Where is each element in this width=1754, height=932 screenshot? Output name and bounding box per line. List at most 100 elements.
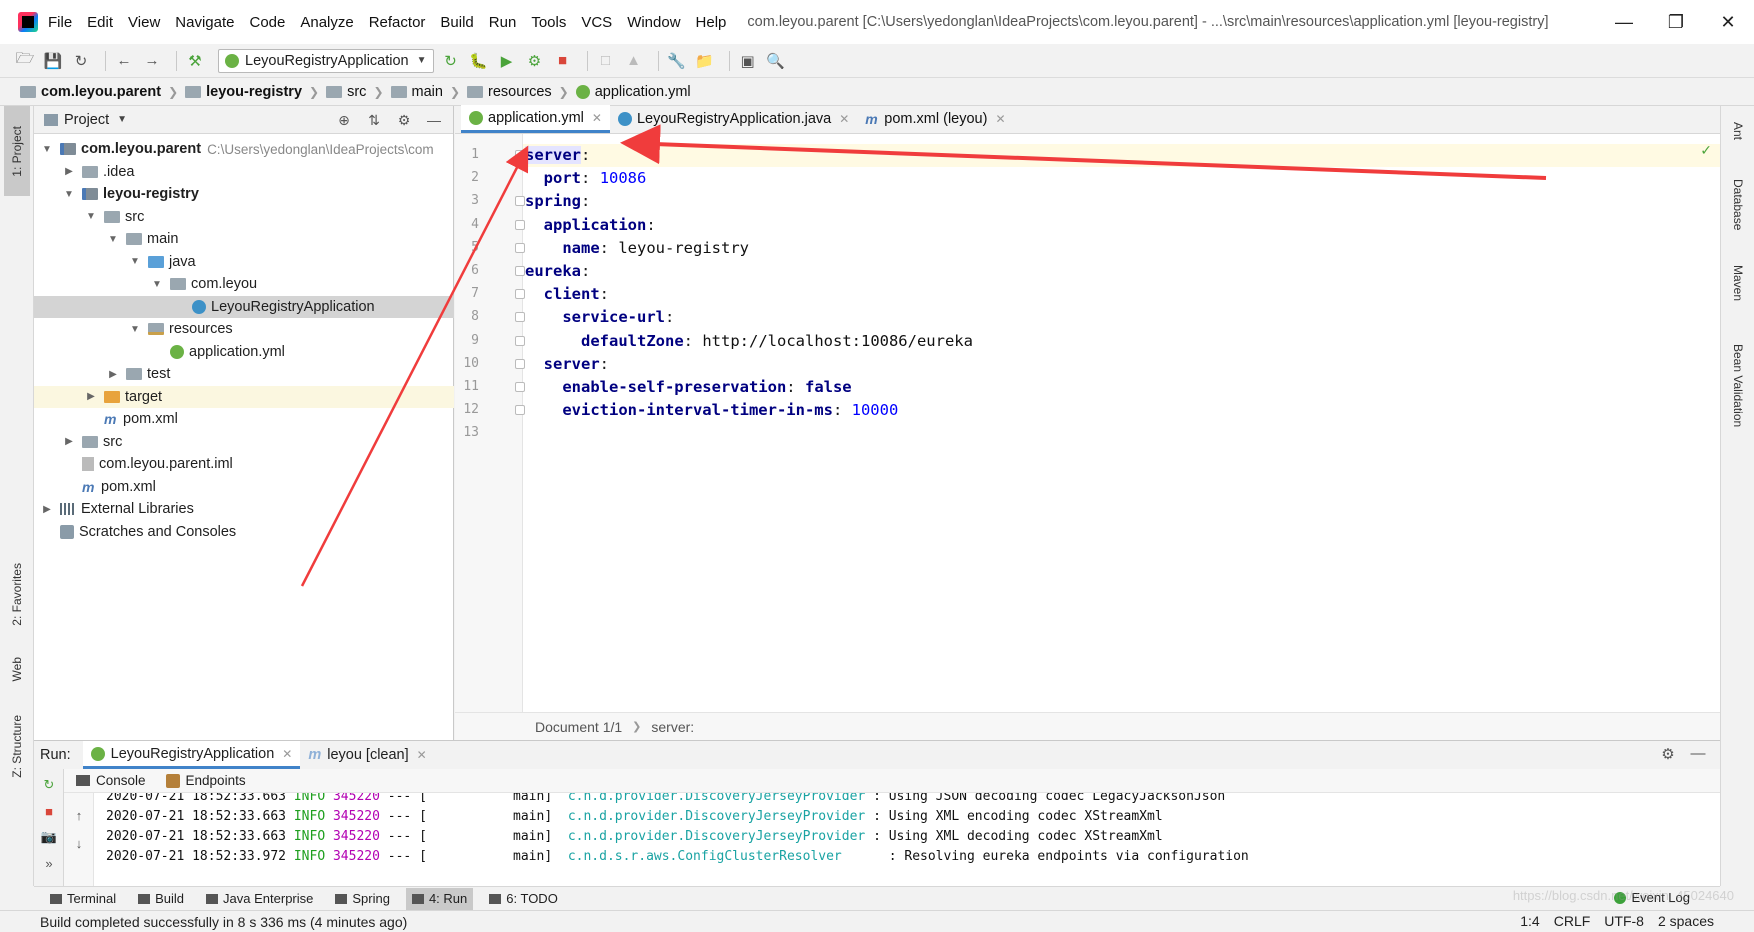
menu-edit[interactable]: Edit (87, 14, 113, 31)
menu-code[interactable]: Code (249, 14, 285, 31)
tree-item[interactable]: m pom.xml (34, 408, 454, 430)
tool-tab-maven[interactable]: Maven (1725, 248, 1751, 318)
editor-tab-leyou-registry-application[interactable]: LeyouRegistryApplication.java ✕ (610, 105, 857, 133)
tree-item[interactable]: ▼ java (34, 251, 454, 273)
chevron-down-icon[interactable]: ▼ (128, 256, 142, 267)
arrow-up-icon[interactable]: ↑ (69, 805, 89, 825)
collapse-all-icon[interactable]: ⇅ (363, 110, 385, 130)
line-separator[interactable]: CRLF (1554, 913, 1591, 929)
run-configuration-select[interactable]: LeyouRegistryApplication ▼ (218, 48, 434, 73)
menu-tools[interactable]: Tools (531, 14, 566, 31)
restore-icon[interactable]: ❐ (1650, 0, 1702, 44)
code-line[interactable]: server: (523, 144, 1720, 167)
debug-icon[interactable]: 🐛 (468, 50, 490, 72)
hide-icon[interactable]: — (423, 110, 445, 130)
forward-icon[interactable]: → (141, 50, 163, 72)
code-line[interactable]: eviction-interval-timer-in-ms: 10000 (523, 399, 1720, 422)
chevron-down-icon[interactable]: ▼ (150, 279, 164, 290)
code-line[interactable]: server: (523, 353, 1720, 376)
structure-path[interactable]: server: (651, 719, 694, 735)
code-line[interactable]: enable-self-preservation: false (523, 376, 1720, 399)
tree-item[interactable]: ▼ src (34, 206, 454, 228)
bottom-tab-4-run[interactable]: 4: Run (405, 887, 474, 910)
tool-tab-structure[interactable]: Z: Structure (4, 701, 30, 791)
menu-view[interactable]: View (128, 14, 160, 31)
close-icon[interactable]: ✕ (995, 112, 1005, 126)
menu-help[interactable]: Help (696, 14, 727, 31)
tree-item[interactable]: ▼ com.leyou (34, 273, 454, 295)
chevron-right-icon[interactable]: ▶ (62, 436, 76, 447)
code-line[interactable]: spring: (523, 190, 1720, 213)
chevron-down-icon[interactable]: ▼ (106, 234, 120, 245)
document-indicator[interactable]: Document 1/1 (535, 719, 622, 735)
profile-icon[interactable]: ⚙ (524, 50, 546, 72)
run-tab-leyou-clean[interactable]: m leyou [clean] ✕ (300, 741, 434, 769)
code-line[interactable]: port: 10086 (523, 167, 1720, 190)
console-output[interactable]: 2020-07-21 18:52:33.663 INFO 345220 --- … (94, 793, 1720, 887)
tree-item[interactable]: ▼ resources (34, 318, 454, 340)
attach-icon[interactable]: □ (595, 50, 617, 72)
project-structure-icon[interactable]: 📁 (694, 50, 716, 72)
breadcrumb-item[interactable]: main (390, 84, 443, 100)
project-view-selector[interactable]: Project (64, 112, 109, 128)
close-icon[interactable]: ✕ (839, 112, 849, 126)
menu-build[interactable]: Build (440, 14, 473, 31)
tool-tab-web[interactable]: Web (4, 646, 30, 692)
menu-refactor[interactable]: Refactor (369, 14, 426, 31)
code-editor[interactable]: server: port: 10086 spring: application: … (523, 134, 1720, 712)
menu-navigate[interactable]: Navigate (175, 14, 234, 31)
tree-item[interactable]: application.yml (34, 341, 454, 363)
rerun-icon[interactable]: ↻ (39, 775, 59, 795)
code-line[interactable]: defaultZone: http://localhost:10086/eure… (523, 330, 1720, 353)
tree-item[interactable]: ▼ leyou-registry (34, 183, 454, 205)
close-icon[interactable]: ✕ (592, 111, 602, 125)
tree-item[interactable]: m pom.xml (34, 476, 454, 498)
stop-icon[interactable]: ■ (552, 50, 574, 72)
menu-window[interactable]: Window (627, 14, 680, 31)
subtab-endpoints[interactable]: Endpoints (165, 773, 246, 788)
sync-icon[interactable]: ↻ (70, 50, 92, 72)
minimize-icon[interactable]: — (1598, 0, 1650, 44)
tree-item[interactable]: ▼ main (34, 228, 454, 250)
chevron-right-icon[interactable]: ▶ (84, 391, 98, 402)
back-icon[interactable]: ← (113, 50, 135, 72)
status-message[interactable]: Build completed successfully in 8 s 336 … (40, 914, 407, 930)
terminal-window-icon[interactable]: ▣ (737, 50, 759, 72)
camera-icon[interactable]: 📷 (39, 827, 59, 847)
breadcrumb-item[interactable]: application.yml (575, 84, 691, 100)
tree-item[interactable]: ▶ src (34, 431, 454, 453)
code-line[interactable]: service-url: (523, 306, 1720, 329)
gear-icon[interactable]: ⚙ (393, 110, 415, 130)
bottom-tab-6-todo[interactable]: 6: TODO (483, 888, 564, 910)
tree-item[interactable]: ▶ .idea (34, 161, 454, 183)
code-line[interactable]: name: leyou-registry (523, 237, 1720, 260)
breadcrumb-item[interactable]: com.leyou.parent (20, 84, 161, 100)
tree-item[interactable]: Scratches and Consoles (34, 521, 454, 543)
code-line[interactable]: eureka: (523, 260, 1720, 283)
rerun-icon[interactable]: ↻ (440, 50, 462, 72)
close-icon[interactable]: ✕ (417, 748, 427, 762)
menu-run[interactable]: Run (489, 14, 517, 31)
bottom-tab-java-enterprise[interactable]: Java Enterprise (200, 888, 319, 910)
bottom-tab-build[interactable]: Build (132, 888, 190, 910)
menu-vcs[interactable]: VCS (581, 14, 612, 31)
save-icon[interactable]: 💾 (42, 50, 64, 72)
chevron-down-icon[interactable]: ▼ (128, 324, 142, 335)
run-tab-leyou-registry-application[interactable]: LeyouRegistryApplication ✕ (82, 741, 301, 769)
tool-tab-ant[interactable]: Ant (1725, 106, 1751, 156)
coverage-icon[interactable]: ▶ (496, 50, 518, 72)
code-line[interactable]: application: (523, 214, 1720, 237)
indent-setting[interactable]: 2 spaces (1658, 913, 1714, 929)
chevron-right-icon[interactable]: ▶ (40, 504, 54, 515)
code-line[interactable] (523, 422, 1720, 445)
search-icon[interactable]: 🔍 (765, 50, 787, 72)
chevron-right-icon[interactable]: ▶ (62, 166, 76, 177)
tree-item[interactable]: LeyouRegistryApplication (34, 295, 454, 318)
tool-tab-favorites[interactable]: 2: Favorites (4, 546, 30, 642)
menu-file[interactable]: File (48, 14, 72, 31)
gear-icon[interactable]: ⚙ (1658, 745, 1678, 763)
file-encoding[interactable]: UTF-8 (1604, 913, 1644, 929)
bottom-tab-spring[interactable]: Spring (329, 888, 396, 910)
tree-item[interactable]: ▶ External Libraries (34, 498, 454, 520)
menu-analyze[interactable]: Analyze (300, 14, 353, 31)
